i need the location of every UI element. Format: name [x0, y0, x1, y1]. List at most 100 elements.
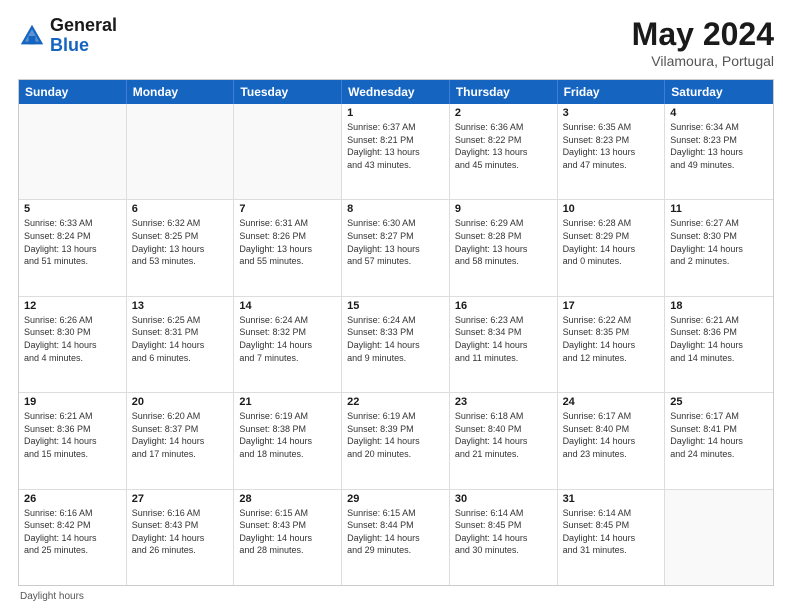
- day-cell-20: 20 Sunrise: 6:20 AM Sunset: 8:37 PM Dayli…: [127, 393, 235, 488]
- day-number: 10: [563, 203, 660, 215]
- logo: General Blue: [18, 16, 117, 56]
- day-number: 13: [132, 300, 229, 312]
- day-info: Sunrise: 6:25 AM Sunset: 8:31 PM Dayligh…: [132, 314, 229, 364]
- day-header-tuesday: Tuesday: [234, 80, 342, 104]
- day-header-sunday: Sunday: [19, 80, 127, 104]
- day-number: 20: [132, 396, 229, 408]
- day-cell-3: 3 Sunrise: 6:35 AM Sunset: 8:23 PM Daylig…: [558, 104, 666, 199]
- day-cell-28: 28Sunrise: 6:15 AM Sunset: 8:43 PM Dayli…: [234, 490, 342, 585]
- calendar-week-5: 26Sunrise: 6:16 AM Sunset: 8:42 PM Dayli…: [19, 489, 773, 585]
- day-number: 16: [455, 300, 552, 312]
- day-info: Sunrise: 6:21 AM Sunset: 8:36 PM Dayligh…: [24, 410, 121, 460]
- day-number: 7: [239, 203, 336, 215]
- day-info: Sunrise: 6:15 AM Sunset: 8:43 PM Dayligh…: [239, 507, 336, 557]
- day-cell-17: 17Sunrise: 6:22 AM Sunset: 8:35 PM Dayli…: [558, 297, 666, 392]
- day-info: Sunrise: 6:33 AM Sunset: 8:24 PM Dayligh…: [24, 217, 121, 267]
- day-number: 23: [455, 396, 552, 408]
- day-info: Sunrise: 6:14 AM Sunset: 8:45 PM Dayligh…: [563, 507, 660, 557]
- day-info: Sunrise: 6:14 AM Sunset: 8:45 PM Dayligh…: [455, 507, 552, 557]
- day-number: 26: [24, 493, 121, 505]
- logo-general-text: General: [50, 16, 117, 36]
- day-header-wednesday: Wednesday: [342, 80, 450, 104]
- month-title: May 2024: [632, 16, 774, 53]
- location-subtitle: Vilamoura, Portugal: [632, 53, 774, 69]
- logo-text: General Blue: [50, 16, 117, 56]
- day-info: Sunrise: 6:15 AM Sunset: 8:44 PM Dayligh…: [347, 507, 444, 557]
- day-info: Sunrise: 6:24 AM Sunset: 8:32 PM Dayligh…: [239, 314, 336, 364]
- day-cell-2: 2 Sunrise: 6:36 AM Sunset: 8:22 PM Daylig…: [450, 104, 558, 199]
- day-number: 6: [132, 203, 229, 215]
- day-info: Sunrise: 6:22 AM Sunset: 8:35 PM Dayligh…: [563, 314, 660, 364]
- calendar: SundayMondayTuesdayWednesdayThursdayFrid…: [18, 79, 774, 586]
- day-cell-6: 6 Sunrise: 6:32 AM Sunset: 8:25 PM Daylig…: [127, 200, 235, 295]
- day-info: Sunrise: 6:24 AM Sunset: 8:33 PM Dayligh…: [347, 314, 444, 364]
- day-cell-9: 9Sunrise: 6:29 AM Sunset: 8:28 PM Daylig…: [450, 200, 558, 295]
- day-number: 2: [455, 107, 552, 119]
- day-cell-30: 30 Sunrise: 6:14 AM Sunset: 8:45 PM Dayli…: [450, 490, 558, 585]
- calendar-header: SundayMondayTuesdayWednesdayThursdayFrid…: [19, 80, 773, 104]
- day-cell-15: 15Sunrise: 6:24 AM Sunset: 8:33 PM Dayli…: [342, 297, 450, 392]
- day-cell-22: 22 Sunrise: 6:19 AM Sunset: 8:39 PM Dayli…: [342, 393, 450, 488]
- day-info: Sunrise: 6:32 AM Sunset: 8:25 PM Dayligh…: [132, 217, 229, 267]
- day-cell-14: 14 Sunrise: 6:24 AM Sunset: 8:32 PM Dayli…: [234, 297, 342, 392]
- day-number: 12: [24, 300, 121, 312]
- day-info: Sunrise: 6:35 AM Sunset: 8:23 PM Dayligh…: [563, 121, 660, 171]
- day-number: 11: [670, 203, 768, 215]
- day-info: Sunrise: 6:18 AM Sunset: 8:40 PM Dayligh…: [455, 410, 552, 460]
- day-cell-25: 25 Sunrise: 6:17 AM Sunset: 8:41 PM Dayli…: [665, 393, 773, 488]
- day-info: Sunrise: 6:29 AM Sunset: 8:28 PM Dayligh…: [455, 217, 552, 267]
- calendar-week-2: 5Sunrise: 6:33 AM Sunset: 8:24 PM Daylig…: [19, 199, 773, 295]
- day-info: Sunrise: 6:34 AM Sunset: 8:23 PM Dayligh…: [670, 121, 768, 171]
- day-number: 3: [563, 107, 660, 119]
- day-info: Sunrise: 6:17 AM Sunset: 8:41 PM Dayligh…: [670, 410, 768, 460]
- day-cell-23: 23 Sunrise: 6:18 AM Sunset: 8:40 PM Dayli…: [450, 393, 558, 488]
- day-number: 22: [347, 396, 444, 408]
- day-info: Sunrise: 6:20 AM Sunset: 8:37 PM Dayligh…: [132, 410, 229, 460]
- page: General Blue May 2024 Vilamoura, Portuga…: [0, 0, 792, 612]
- day-cell-31: 31 Sunrise: 6:14 AM Sunset: 8:45 PM Dayli…: [558, 490, 666, 585]
- empty-cell: [234, 104, 342, 199]
- day-cell-1: 1Sunrise: 6:37 AM Sunset: 8:21 PM Daylig…: [342, 104, 450, 199]
- day-cell-7: 7 Sunrise: 6:31 AM Sunset: 8:26 PM Daylig…: [234, 200, 342, 295]
- day-cell-19: 19Sunrise: 6:21 AM Sunset: 8:36 PM Dayli…: [19, 393, 127, 488]
- day-cell-21: 21 Sunrise: 6:19 AM Sunset: 8:38 PM Dayli…: [234, 393, 342, 488]
- day-number: 18: [670, 300, 768, 312]
- day-cell-12: 12 Sunrise: 6:26 AM Sunset: 8:30 PM Dayli…: [19, 297, 127, 392]
- day-info: Sunrise: 6:19 AM Sunset: 8:39 PM Dayligh…: [347, 410, 444, 460]
- day-info: Sunrise: 6:21 AM Sunset: 8:36 PM Dayligh…: [670, 314, 768, 364]
- day-cell-18: 18 Sunrise: 6:21 AM Sunset: 8:36 PM Dayli…: [665, 297, 773, 392]
- day-cell-26: 26Sunrise: 6:16 AM Sunset: 8:42 PM Dayli…: [19, 490, 127, 585]
- day-cell-16: 16 Sunrise: 6:23 AM Sunset: 8:34 PM Dayli…: [450, 297, 558, 392]
- day-info: Sunrise: 6:17 AM Sunset: 8:40 PM Dayligh…: [563, 410, 660, 460]
- day-info: Sunrise: 6:28 AM Sunset: 8:29 PM Dayligh…: [563, 217, 660, 267]
- day-number: 14: [239, 300, 336, 312]
- day-info: Sunrise: 6:26 AM Sunset: 8:30 PM Dayligh…: [24, 314, 121, 364]
- day-info: Sunrise: 6:36 AM Sunset: 8:22 PM Dayligh…: [455, 121, 552, 171]
- day-number: 27: [132, 493, 229, 505]
- day-info: Sunrise: 6:19 AM Sunset: 8:38 PM Dayligh…: [239, 410, 336, 460]
- day-cell-4: 4Sunrise: 6:34 AM Sunset: 8:23 PM Daylig…: [665, 104, 773, 199]
- day-info: Sunrise: 6:31 AM Sunset: 8:26 PM Dayligh…: [239, 217, 336, 267]
- day-header-thursday: Thursday: [450, 80, 558, 104]
- empty-cell: [665, 490, 773, 585]
- day-info: Sunrise: 6:30 AM Sunset: 8:27 PM Dayligh…: [347, 217, 444, 267]
- header: General Blue May 2024 Vilamoura, Portuga…: [18, 16, 774, 69]
- day-info: Sunrise: 6:37 AM Sunset: 8:21 PM Dayligh…: [347, 121, 444, 171]
- calendar-week-4: 19Sunrise: 6:21 AM Sunset: 8:36 PM Dayli…: [19, 392, 773, 488]
- day-info: Sunrise: 6:27 AM Sunset: 8:30 PM Dayligh…: [670, 217, 768, 267]
- day-number: 25: [670, 396, 768, 408]
- day-cell-24: 24 Sunrise: 6:17 AM Sunset: 8:40 PM Dayli…: [558, 393, 666, 488]
- calendar-week-3: 12 Sunrise: 6:26 AM Sunset: 8:30 PM Dayli…: [19, 296, 773, 392]
- day-cell-29: 29Sunrise: 6:15 AM Sunset: 8:44 PM Dayli…: [342, 490, 450, 585]
- day-info: Sunrise: 6:23 AM Sunset: 8:34 PM Dayligh…: [455, 314, 552, 364]
- day-number: 30: [455, 493, 552, 505]
- empty-cell: [127, 104, 235, 199]
- day-number: 24: [563, 396, 660, 408]
- day-cell-10: 10 Sunrise: 6:28 AM Sunset: 8:29 PM Dayli…: [558, 200, 666, 295]
- day-number: 21: [239, 396, 336, 408]
- day-header-monday: Monday: [127, 80, 235, 104]
- day-cell-11: 11 Sunrise: 6:27 AM Sunset: 8:30 PM Dayli…: [665, 200, 773, 295]
- title-area: May 2024 Vilamoura, Portugal: [632, 16, 774, 69]
- day-number: 31: [563, 493, 660, 505]
- empty-cell: [19, 104, 127, 199]
